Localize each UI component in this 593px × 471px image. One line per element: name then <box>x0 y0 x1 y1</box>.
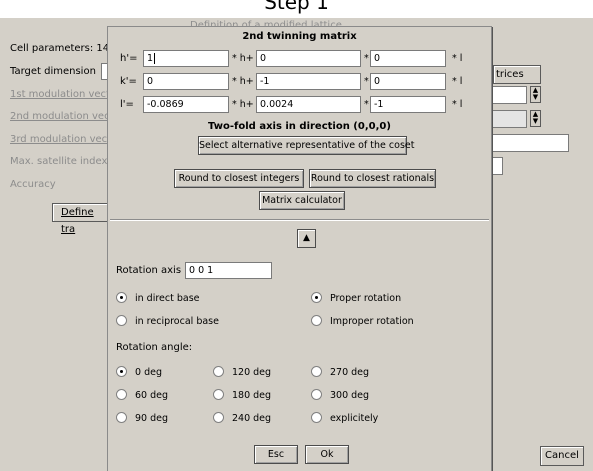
radio-angle-240[interactable]: 240 deg <box>213 412 271 425</box>
coef-h-label: * h+ <box>232 99 254 110</box>
radio-unselected-icon <box>311 315 322 326</box>
h-coef-l-field[interactable]: 0 <box>370 50 446 67</box>
radio-angle-0[interactable]: 0 deg <box>116 366 162 379</box>
coef-h-label: * h+ <box>232 53 254 64</box>
round-integers-button[interactable]: Round to closest integers <box>174 169 304 188</box>
target-dimension-label: Target dimension <box>10 66 96 77</box>
radio-selected-icon <box>116 366 127 377</box>
accuracy-label: Accuracy <box>10 179 56 190</box>
dialog-title: 2nd twinning matrix <box>242 31 357 42</box>
row-k-label: k'= <box>120 76 137 87</box>
mod3-label: 3rd modulation vecto <box>10 134 118 145</box>
l-coef-h-field[interactable]: -0.0869 <box>143 96 229 113</box>
radio-angle-90[interactable]: 90 deg <box>116 412 168 425</box>
mod3-field[interactable] <box>493 134 569 152</box>
twinning-matrix-dialog: 2nd twinning matrix h'= 1 * h+ 0 * k+ 0 … <box>107 26 492 471</box>
h-coef-k-field[interactable]: 0 <box>256 50 361 67</box>
radio-angle-60[interactable]: 60 deg <box>116 389 168 402</box>
collapse-arrow-icon[interactable]: ▲ <box>297 229 316 248</box>
text-caret <box>154 53 156 64</box>
parent-window: Definition of a modified lattice Cell pa… <box>0 18 593 471</box>
radio-proper-rotation[interactable]: Proper rotation <box>311 292 401 305</box>
rotation-angle-label: Rotation angle: <box>116 342 193 353</box>
radio-unselected-icon <box>116 315 127 326</box>
round-rationals-button[interactable]: Round to closest rationals <box>309 169 436 188</box>
k-coef-k-field[interactable]: -1 <box>256 73 361 90</box>
esc-button[interactable]: Esc <box>254 445 298 464</box>
separator <box>110 219 489 221</box>
define-transformation-button[interactable]: Define tra <box>52 203 108 235</box>
matrices-button[interactable]: trices <box>493 65 541 84</box>
radio-selected-icon <box>116 292 127 303</box>
radio-unselected-icon <box>116 389 127 400</box>
max-satellite-label: Max. satellite index <box>10 156 108 167</box>
radio-unselected-icon <box>116 412 127 423</box>
ok-button[interactable]: Ok <box>305 445 349 464</box>
row-h-label: h'= <box>120 53 138 64</box>
radio-angle-270[interactable]: 270 deg <box>311 366 369 379</box>
mod1-label: 1st modulation vecto <box>10 89 117 100</box>
mod2-field[interactable] <box>493 110 527 128</box>
coef-l-label: * l <box>452 76 463 87</box>
spin-down-icon: ▼ <box>532 93 539 101</box>
rotation-axis-field[interactable]: 0 0 1 <box>185 262 272 279</box>
radio-direct-base[interactable]: in direct base <box>116 292 200 305</box>
mod1-field[interactable] <box>493 86 527 104</box>
l-coef-l-field[interactable]: -1 <box>370 96 446 113</box>
twofold-axis-info: Two-fold axis in direction (0,0,0) <box>208 121 391 132</box>
h-coef-h-field[interactable]: 1 <box>143 50 229 67</box>
radio-unselected-icon <box>213 366 224 377</box>
radio-reciprocal-base[interactable]: in reciprocal base <box>116 315 219 328</box>
coef-h-label: * h+ <box>232 76 254 87</box>
radio-unselected-icon <box>311 412 322 423</box>
rotation-axis-label: Rotation axis <box>116 265 182 276</box>
k-coef-h-field[interactable]: 0 <box>143 73 229 90</box>
matrix-calculator-button[interactable]: Matrix calculator <box>259 191 345 210</box>
coef-l-label: * l <box>452 53 463 64</box>
spin-down-icon: ▼ <box>532 117 539 125</box>
mod2-label: 2nd modulation vecto <box>10 111 120 122</box>
select-alternative-button[interactable]: Select alternative representative of the… <box>198 136 414 155</box>
radio-angle-300[interactable]: 300 deg <box>311 389 369 402</box>
mod2-spinner[interactable]: ▲ ▼ <box>530 110 541 127</box>
radio-angle-120[interactable]: 120 deg <box>213 366 271 379</box>
row-l-label: l'= <box>120 99 134 110</box>
radio-improper-rotation[interactable]: Improper rotation <box>311 315 414 328</box>
radio-unselected-icon <box>213 389 224 400</box>
k-coef-l-field[interactable]: 0 <box>370 73 446 90</box>
radio-unselected-icon <box>311 389 322 400</box>
radio-unselected-icon <box>213 412 224 423</box>
max-satellite-field[interactable] <box>493 157 503 175</box>
l-coef-k-field[interactable]: 0.0024 <box>256 96 361 113</box>
radio-selected-icon <box>311 292 322 303</box>
mod1-spinner[interactable]: ▲ ▼ <box>530 86 541 103</box>
coef-l-label: * l <box>452 99 463 110</box>
cancel-button[interactable]: Cancel <box>540 446 584 466</box>
radio-unselected-icon <box>311 366 322 377</box>
radio-angle-180[interactable]: 180 deg <box>213 389 271 402</box>
radio-angle-explicitely[interactable]: explicitely <box>311 412 378 425</box>
cell-parameters-label: Cell parameters: 14 <box>10 43 110 54</box>
